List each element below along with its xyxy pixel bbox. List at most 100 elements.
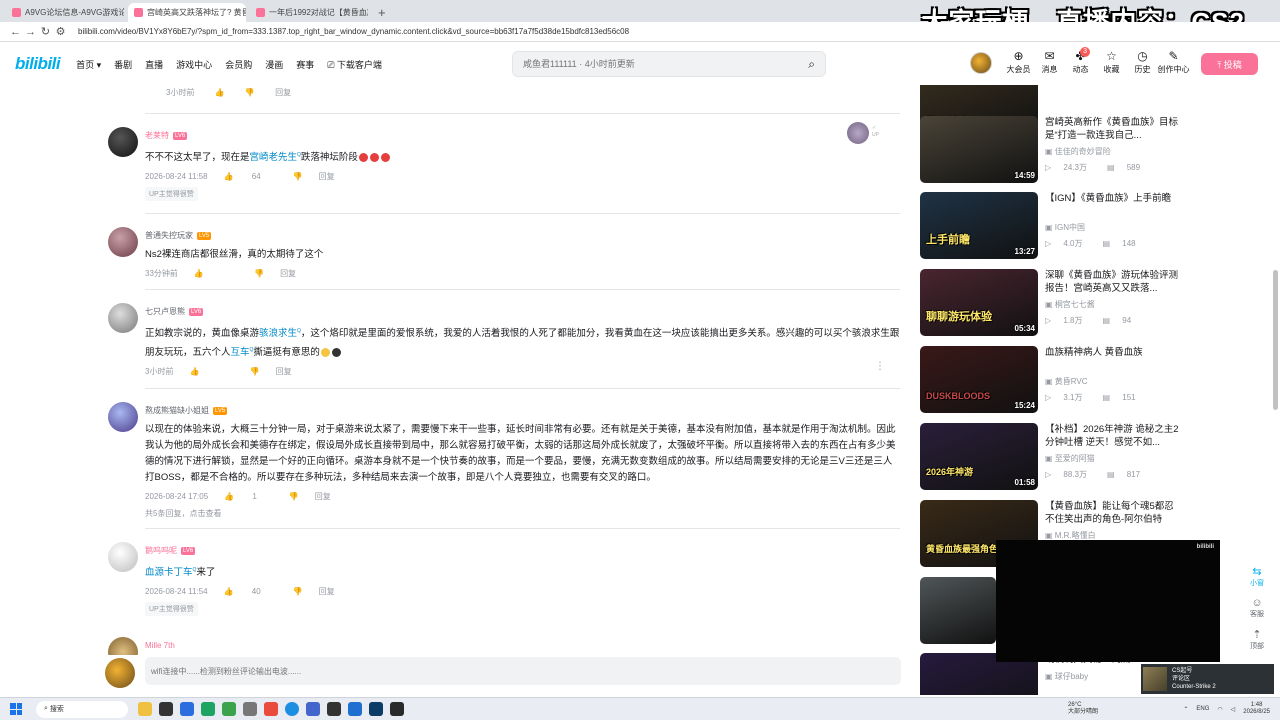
video-title[interactable]: 【黄昏血族】能让每个魂5都忍不住笑出声的角色-阿尔伯特 [1045, 500, 1179, 526]
recommend-card[interactable]: 14:59 宫崎英高新作《黄昏血族》目标是“打造一款连我自己... ▣ 佳佳的奇妙冒… [920, 116, 1180, 186]
taskbar-app-icon[interactable] [284, 702, 299, 716]
taskbar-app-icon[interactable] [368, 702, 383, 716]
taskbar-search[interactable]: ⌕ 搜索 [36, 700, 128, 718]
commenter-name[interactable]: 鹅呜呜呢 LV6 [145, 545, 900, 556]
recommend-card[interactable]: 2026年神游 01:58 【补档】2026年神游 诡秘之主2分钟吐槽 逆天！感觉不… [920, 423, 1180, 493]
nav-item[interactable]: 番剧 [114, 58, 132, 71]
nav-item[interactable]: 会员购 [225, 58, 252, 71]
mini-player[interactable]: bilibili [996, 540, 1220, 662]
commenter-name[interactable]: 七只卢恩熊 LV6 [145, 306, 900, 317]
reply-button[interactable]: 回复 [319, 172, 335, 181]
taskbar-app-icon[interactable] [263, 702, 278, 716]
wifi-icon[interactable]: ◠ [1217, 706, 1222, 713]
taskbar-app-icon[interactable] [221, 702, 236, 716]
scrollbar[interactable] [1273, 270, 1278, 410]
video-author[interactable]: ▣ 至爱的阿猫 [1045, 453, 1095, 464]
nav-item[interactable]: 游戏中心 [176, 58, 212, 71]
header-vip-button[interactable]: ⊕ 大会员 [1003, 49, 1034, 75]
search-box[interactable]: ⌕ [512, 51, 826, 77]
rail-mini-window-button[interactable]: ⇆ 小窗 [1244, 565, 1270, 588]
like-button[interactable]: 👍 [189, 367, 233, 376]
commenter-name[interactable]: 老莱特 LV6 [145, 130, 900, 141]
rail-support-button[interactable]: ☺ 客服 [1244, 597, 1270, 619]
bilibili-logo[interactable]: bilibili [15, 54, 61, 74]
nav-item[interactable]: 赛事 [296, 58, 314, 71]
clock[interactable]: 1:48 2026/8/25 [1243, 702, 1270, 716]
recommend-card[interactable]: 上手前瞻 13:27 【IGN】《黄昏血族》上手前瞻 ▣ IGN中国 ▷ 4.0万 ▤ 1… [920, 192, 1180, 262]
search-link[interactable]: 血源卡丁车 [145, 567, 193, 578]
video-title[interactable]: 【IGN】《黄昏血族》上手前瞻 [1045, 192, 1179, 205]
video-thumbnail[interactable]: 上手前瞻 13:27 [920, 192, 1038, 259]
video-thumbnail[interactable]: 聊聊游玩体验 05:34 [920, 269, 1038, 336]
comment-input[interactable] [145, 657, 901, 685]
video-author[interactable]: ▣ 桐宫七七酱 [1045, 299, 1095, 310]
video-author[interactable]: ▣ 球仔baby [1045, 671, 1088, 682]
recommend-card[interactable]: DUSKBLOODS 15:24 血族精神病人 黄昏血族 ▣ 黄昏RVC ▷ 3.1万 ▤… [920, 346, 1180, 416]
dislike-icon[interactable]: 👎 [245, 88, 255, 97]
video-thumbnail[interactable] [920, 577, 996, 644]
live-notification[interactable]: CS起号 评论区 Counter-Strike 2 [1141, 664, 1274, 694]
taskbar-app-icon[interactable] [347, 702, 362, 716]
search-input[interactable] [523, 59, 793, 69]
dislike-icon[interactable]: 👎 [289, 492, 299, 501]
taskbar-app-icon[interactable] [200, 702, 215, 716]
video-thumbnail[interactable]: 14:59 [920, 116, 1038, 183]
taskbar-app-icon[interactable] [158, 702, 173, 716]
header-creator-button[interactable]: ✎ 创作中心 [1158, 49, 1190, 75]
commenter-avatar[interactable] [108, 127, 138, 157]
commenter-name[interactable]: 普通失控玩家 LV5 [145, 230, 900, 241]
forward-icon[interactable]: → [23, 26, 38, 38]
header-dynamic-button[interactable]: ✤ 动态 3 [1065, 47, 1096, 75]
header-history-button[interactable]: ◷ 历史 [1127, 49, 1158, 75]
tray-chevron-icon[interactable]: ⌃ [1183, 706, 1188, 713]
browser-tab[interactable]: 宫崎英高又跌落神坛了? 黄昏...× [128, 3, 246, 22]
commenter-avatar[interactable] [108, 542, 138, 572]
taskbar-app-icon[interactable] [305, 702, 320, 716]
nav-item[interactable]: 直播 [145, 58, 163, 71]
reload-icon[interactable]: ↻ [38, 25, 53, 38]
search-icon[interactable]: ⌕ [808, 57, 815, 72]
like-button[interactable]: 👍 40 [224, 587, 277, 596]
taskbar-app-icon[interactable] [242, 702, 257, 716]
search-link[interactable]: 宫崎老先生 [250, 152, 298, 163]
recommend-card[interactable]: 聊聊游玩体验 05:34 深聊《黄昏血族》游玩体验评测报告！宫崎英高又又跌落... ▣… [920, 269, 1180, 339]
windows-start-icon[interactable] [10, 703, 22, 715]
new-tab-button[interactable]: + [372, 5, 392, 22]
header-favorite-button[interactable]: ☆ 收藏 [1096, 49, 1127, 75]
video-author[interactable]: ▣ 黄昏RVC [1045, 376, 1088, 387]
reply-button[interactable]: 回复 [315, 492, 331, 501]
dislike-icon[interactable]: 👎 [250, 367, 260, 376]
search-link[interactable]: 互车 [231, 347, 250, 358]
site-info-icon[interactable]: ⚙ [53, 25, 68, 38]
more-options-icon[interactable]: ⋮ [875, 361, 885, 372]
back-icon[interactable]: ← [8, 26, 23, 38]
video-author[interactable]: ▣ IGN中国 [1045, 222, 1085, 233]
commenter-avatar[interactable] [108, 303, 138, 333]
reply-button[interactable]: 回复 [276, 367, 292, 376]
video-thumbnail[interactable]: 2026年神游 01:58 [920, 423, 1038, 490]
dislike-icon[interactable]: 👎 [254, 269, 264, 278]
commenter-avatar[interactable] [108, 402, 138, 432]
nav-item[interactable]: 首页 ▾ [76, 58, 101, 71]
nav-item[interactable]: ⎚ 下载客户端 [327, 58, 382, 71]
video-thumbnail[interactable]: DUSKBLOODS 15:24 [920, 346, 1038, 413]
taskbar-app-icon[interactable] [326, 702, 341, 716]
reply-button[interactable]: 回复 [280, 269, 296, 278]
user-avatar[interactable] [970, 52, 992, 74]
nav-item[interactable]: 漫画 [265, 58, 283, 71]
upload-button[interactable]: ⤒ 投稿 [1201, 53, 1258, 75]
header-message-button[interactable]: ✉ 消息 [1034, 49, 1065, 75]
like-button[interactable]: 👍 1 [224, 492, 273, 501]
like-button[interactable]: 👍 64 [224, 172, 277, 181]
video-author[interactable]: ▣ 佳佳的奇妙冒险 [1045, 146, 1111, 157]
commenter-name[interactable]: Mille 7th [145, 641, 900, 650]
reply-button[interactable]: 回复 [275, 88, 291, 97]
volume-icon[interactable]: ◁ [1231, 706, 1236, 713]
like-icon[interactable]: 👍 [215, 88, 225, 97]
taskbar-app-icon[interactable] [179, 702, 194, 716]
rail-back-to-top-button[interactable]: ⇡ 顶部 [1244, 628, 1270, 651]
like-button[interactable]: 👍 [194, 269, 238, 278]
reply-button[interactable]: 回复 [319, 587, 335, 596]
view-more-replies[interactable]: 共5条回复，点击查看 [145, 508, 900, 519]
commenter-avatar[interactable] [108, 637, 138, 655]
